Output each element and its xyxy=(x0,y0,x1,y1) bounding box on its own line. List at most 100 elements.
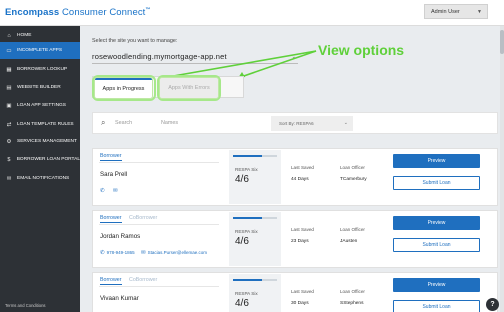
respa-value: 4/6 xyxy=(235,236,249,247)
chevron-down-icon: ⌄ xyxy=(343,120,348,126)
respa-progress-fill xyxy=(233,279,263,281)
divider xyxy=(99,286,219,287)
respa-label: RESPA Six xyxy=(235,167,258,172)
bell-icon: ✉ xyxy=(6,175,12,182)
loan-officer-value: JAusten xyxy=(340,239,358,244)
respa-panel: RESPA Six 4/6 xyxy=(229,150,281,204)
respa-progress xyxy=(233,217,277,219)
sidebar-item-label: WEBSITE BUILDER xyxy=(17,85,61,90)
top-bar: Encompass Consumer Connect™ Admin User ▼ xyxy=(0,0,504,26)
respa-panel: RESPA Six 4/6 xyxy=(229,212,281,266)
sidebar-item-label: LOAN APP SETTINGS xyxy=(17,103,66,108)
layout-icon: ▤ xyxy=(6,84,12,91)
search-icon: ⌕ xyxy=(101,118,106,127)
sidebar-item-label: BORROWER LOOKUP xyxy=(17,67,68,72)
main-content: Select the site you want to manage: rose… xyxy=(80,26,500,312)
sidebar-item-label: BORROWER LOAN PORTAL xyxy=(16,157,80,162)
sidebar: ⌂ HOME ▭ INCOMPLETE APPS ▦ BORROWER LOOKUP … xyxy=(0,26,80,312)
borrower-name: Vivaan Kumar xyxy=(100,295,139,302)
swap-icon: ⇄ xyxy=(6,121,12,128)
preview-button[interactable]: Preview xyxy=(393,278,480,292)
scroll-thumb[interactable] xyxy=(500,30,504,54)
respa-progress xyxy=(233,279,277,281)
loan-card: Borrower CoBorrower Vivaan Kumar RESPA S… xyxy=(92,272,498,312)
logo: Encompass Consumer Connect™ xyxy=(5,7,151,19)
preview-button[interactable]: Preview xyxy=(393,154,480,168)
borrower-name: Sara Prell xyxy=(100,171,128,178)
sort-select[interactable]: Sort By: RESPA6 ⌄ xyxy=(271,116,353,131)
search-input[interactable]: Search xyxy=(115,120,132,126)
phone-icon[interactable]: ✆ xyxy=(100,188,107,194)
sidebar-item-loan-app-settings[interactable]: ▣ LOAN APP SETTINGS xyxy=(0,97,80,114)
respa-progress-fill xyxy=(233,155,263,157)
phone-icon: ✆ xyxy=(100,250,105,256)
email-icon: ✉ xyxy=(141,250,146,256)
sidebar-item-email-notifications[interactable]: ✉ EMAIL NOTIFICATIONS xyxy=(0,170,80,187)
last-saved-value: 23 Days xyxy=(291,239,309,244)
respa-value: 4/6 xyxy=(235,298,249,309)
chevron-down-icon: ▼ xyxy=(477,9,482,15)
home-icon: ⌂ xyxy=(7,32,11,39)
user-menu-label: Admin User xyxy=(431,9,460,15)
tab-borrower[interactable]: Borrower xyxy=(100,277,122,285)
sidebar-item-label: SERVICES MANAGEMENT xyxy=(17,139,77,144)
terms-link[interactable]: Terms and Conditions xyxy=(5,303,46,308)
sidebar-item-borrower-lookup[interactable]: ▦ BORROWER LOOKUP xyxy=(0,61,80,78)
divider xyxy=(99,162,219,163)
submit-loan-button[interactable]: Submit Loan xyxy=(393,176,480,190)
loan-officer-value: TCamerbury xyxy=(340,177,367,182)
last-saved-value: 44 Days xyxy=(291,177,309,182)
search-field-label: Names xyxy=(161,120,179,126)
dollar-icon: $ xyxy=(7,156,11,163)
help-button[interactable]: ? xyxy=(486,298,499,311)
sidebar-item-website-builder[interactable]: ▤ WEBSITE BUILDER xyxy=(0,79,80,96)
respa-progress-fill xyxy=(233,217,263,219)
gear-icon: ⚙ xyxy=(6,138,12,145)
divider xyxy=(99,224,219,225)
submit-loan-button[interactable]: Submit Loan xyxy=(393,238,480,252)
tab-borrower[interactable]: Borrower xyxy=(100,215,122,223)
preview-button[interactable]: Preview xyxy=(393,216,480,230)
window-icon: ▣ xyxy=(6,102,12,109)
last-saved-label: Last Saved xyxy=(291,289,314,294)
scrollbar[interactable] xyxy=(500,26,504,312)
sidebar-item-label: LOAN TEMPLATE RULES xyxy=(17,122,74,127)
sidebar-item-label: HOME xyxy=(17,33,32,38)
sort-select-value: Sort By: RESPA6 xyxy=(279,121,314,126)
last-saved-value: 30 Days xyxy=(291,301,309,306)
respa-progress xyxy=(233,155,277,157)
tab-borrower[interactable]: Borrower xyxy=(100,153,122,161)
respa-panel: RESPA Six 4/6 xyxy=(229,274,281,312)
respa-label: RESPA Six xyxy=(235,291,258,296)
submit-loan-button[interactable]: Submit Loan xyxy=(393,300,480,312)
loan-card: Borrower Sara Prell ✆ ✉ RESPA Six 4/6 La… xyxy=(92,148,498,206)
sidebar-item-services-management[interactable]: ⚙ SERVICES MANAGEMENT xyxy=(0,133,80,150)
annotation-arrows xyxy=(161,50,317,79)
sidebar-item-incomplete-apps[interactable]: ▭ INCOMPLETE APPS xyxy=(0,42,80,59)
loan-officer-value: SStephens xyxy=(340,301,364,306)
respa-value: 4/6 xyxy=(235,174,249,185)
tab-coborrower[interactable]: CoBorrower xyxy=(129,215,157,221)
folder-icon: ▭ xyxy=(6,47,12,54)
last-saved-label: Last Saved xyxy=(291,165,314,170)
search-bar: ⌕ Search Names Sort By: RESPA6 ⌄ xyxy=(92,112,498,134)
borrower-name: Jordan Ramos xyxy=(100,233,141,240)
respa-label: RESPA Six xyxy=(235,229,258,234)
sidebar-item-label: EMAIL NOTIFICATIONS xyxy=(17,176,70,181)
sidebar-item-borrower-loan-portal[interactable]: $ BORROWER LOAN PORTAL xyxy=(0,151,80,168)
loan-officer-label: Loan Officer xyxy=(340,289,365,294)
loan-officer-label: Loan Officer xyxy=(340,227,365,232)
email-icon[interactable]: ✉ xyxy=(113,188,120,194)
tab-apps-in-progress[interactable]: Apps in Progress xyxy=(95,78,152,98)
grid-icon: ▦ xyxy=(6,66,12,73)
loan-card: Borrower CoBorrower Jordan Ramos ✆ 978-94… xyxy=(92,210,498,268)
last-saved-label: Last Saved xyxy=(291,227,314,232)
email-link[interactable]: ✉ Stacias.Purser@ellemae.com xyxy=(141,250,207,256)
tab-apps-with-errors[interactable]: Apps With Errors xyxy=(160,78,218,98)
sidebar-item-label: INCOMPLETE APPS xyxy=(17,48,63,53)
phone-link[interactable]: ✆ 978-949-1865 xyxy=(100,250,135,256)
loan-officer-label: Loan Officer xyxy=(340,165,365,170)
user-menu[interactable]: Admin User ▼ xyxy=(424,4,488,19)
tab-coborrower[interactable]: CoBorrower xyxy=(129,277,157,283)
sidebar-item-loan-template-rules[interactable]: ⇄ LOAN TEMPLATE RULES xyxy=(0,116,80,133)
